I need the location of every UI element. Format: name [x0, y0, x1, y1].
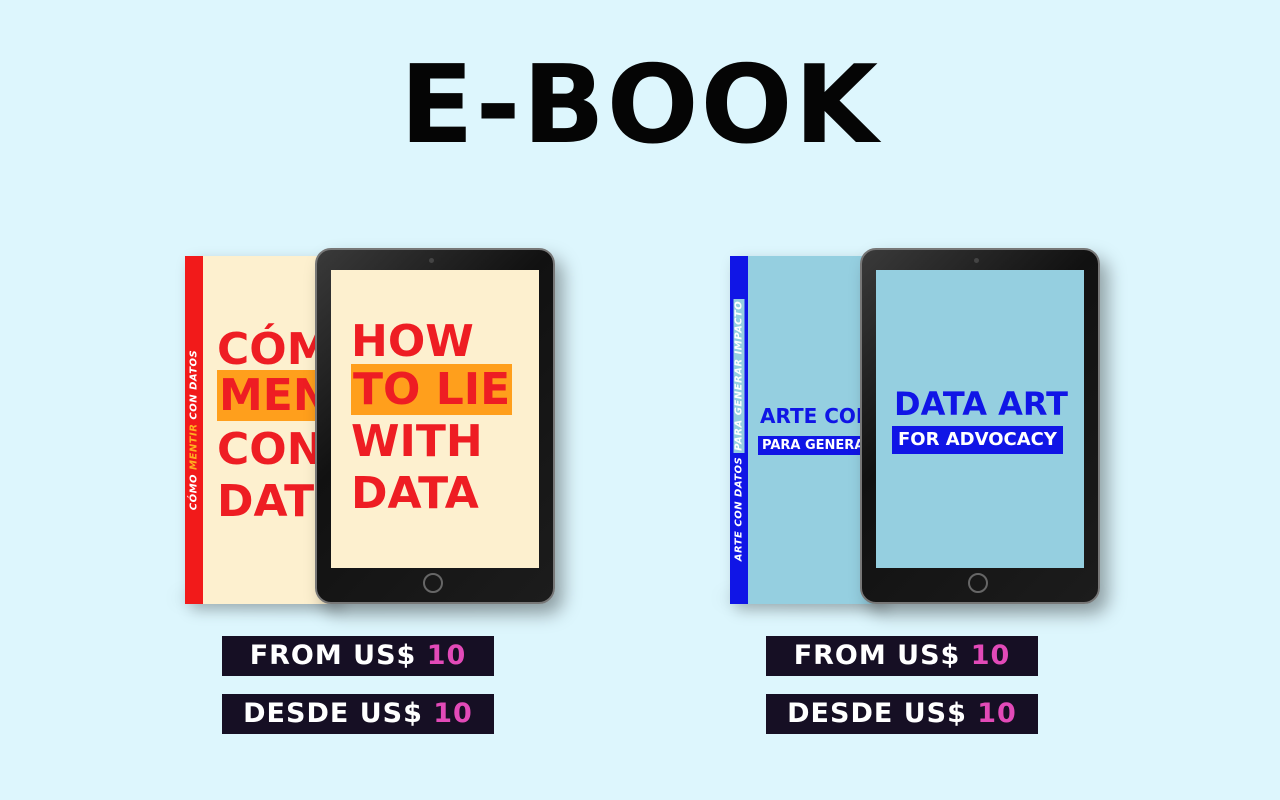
price-label: FROM US$	[249, 640, 417, 671]
spine-text-pre: ARTE CON DATOS	[733, 456, 745, 562]
camera-icon	[974, 258, 979, 263]
tablet-title-line: WITH	[351, 416, 483, 467]
price-amount: 10	[426, 640, 467, 671]
home-button-icon	[968, 573, 988, 593]
price-badge-from[interactable]: FROM US$ 10	[766, 636, 1038, 676]
spine-text-highlight: PARA GENERAR IMPACTO	[733, 298, 745, 453]
spine-text-highlight: MENTIR	[188, 423, 200, 470]
book-spine-title: CÓMO MENTIR CON DATOS	[189, 280, 200, 580]
product-data-art-for-advocacy[interactable]: ARTE CON DATOS PARA GENERAR IMPACTO ARTE…	[710, 240, 1110, 620]
book-cover-line: CON	[217, 424, 324, 475]
book-cover-line: CÓM	[217, 324, 331, 375]
home-button-icon	[423, 573, 443, 593]
book-spine: CÓMO MENTIR CON DATOS	[185, 256, 203, 604]
tablet-title-highlight: TO LIE	[351, 364, 513, 415]
price-badge-desde[interactable]: DESDE US$ 10	[222, 694, 494, 734]
price-badge-desde[interactable]: DESDE US$ 10	[766, 694, 1038, 734]
tablet-device: DATA ART FOR ADVOCACY	[860, 248, 1100, 604]
book-arte-con-datos: ARTE CON DATOS PARA GENERAR IMPACTO ARTE…	[730, 256, 880, 604]
product-how-to-lie-with-data[interactable]: CÓMO MENTIR CON DATOS CÓM MENT CON DATO …	[165, 240, 565, 620]
tablet-screen: DATA ART FOR ADVOCACY	[876, 270, 1084, 568]
price-label: DESDE US$	[787, 698, 967, 729]
tablet-device: HOW TO LIE WITH DATA	[315, 248, 555, 604]
camera-icon	[429, 258, 434, 263]
tablet-title-line: HOW	[351, 316, 474, 367]
spine-text-post: CON DATOS	[188, 349, 200, 420]
tablet-title-line: DATA ART	[894, 385, 1068, 423]
page-title: E-BOOK	[399, 43, 881, 168]
tablet-screen: HOW TO LIE WITH DATA	[331, 270, 539, 568]
price-amount: 10	[977, 698, 1017, 729]
price-amount: 10	[970, 640, 1011, 671]
spine-text-pre: CÓMO	[188, 473, 200, 511]
book-como-mentir-con-datos: CÓMO MENTIR CON DATOS CÓM MENT CON DATO	[185, 256, 335, 604]
tablet-title-highlight: FOR ADVOCACY	[892, 426, 1063, 454]
price-label: DESDE US$	[243, 698, 423, 729]
price-label: FROM US$	[793, 640, 961, 671]
book-spine: ARTE CON DATOS PARA GENERAR IMPACTO	[730, 256, 748, 604]
price-badge-from[interactable]: FROM US$ 10	[222, 636, 494, 676]
price-amount: 10	[433, 698, 473, 729]
book-spine-title: ARTE CON DATOS PARA GENERAR IMPACTO	[733, 280, 745, 580]
book-cover-line: ARTE CON	[760, 404, 873, 428]
tablet-title-line: DATA	[351, 468, 479, 519]
tablet-title-line: TO LIE	[351, 364, 513, 415]
tablet-title-line: FOR ADVOCACY	[892, 426, 1063, 454]
